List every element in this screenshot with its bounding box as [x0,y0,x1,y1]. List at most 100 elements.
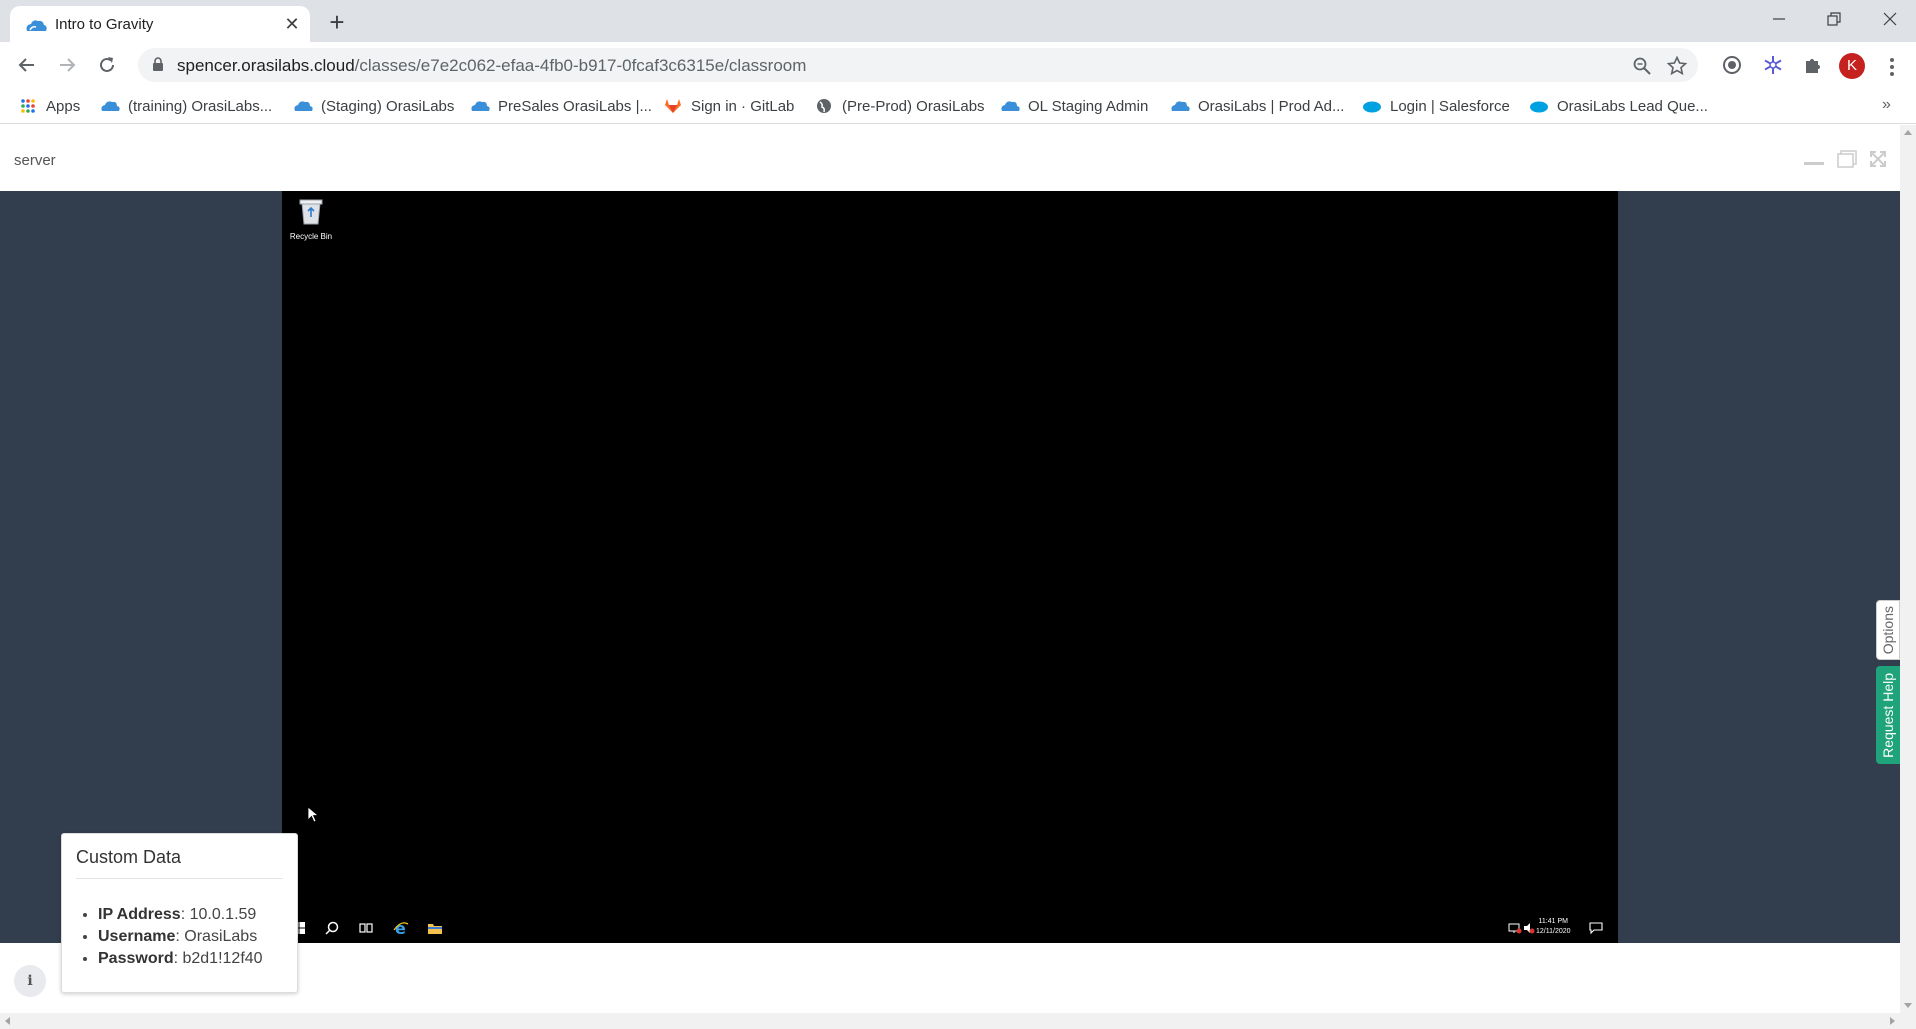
bookmark-preprod[interactable]: (Pre-Prod) OrasiLabs [814,94,985,118]
horizontal-scrollbar[interactable] [0,1013,1916,1029]
panel-fullscreen-button[interactable] [1866,149,1890,169]
recycle-bin-icon [299,199,323,225]
forward-button[interactable] [51,49,83,81]
bookmark-gitlab[interactable]: Sign in · GitLab [663,94,794,118]
mouse-pointer-icon [307,806,319,823]
bookmark-presales[interactable]: PreSales OrasiLabs |... [470,94,652,118]
bookmark-label: OrasiLabs | Prod Ad... [1198,97,1345,115]
custom-data-item: Password: b2d1!12f40 [98,948,263,970]
cloud-icon [470,98,490,114]
url-text: spencer.orasilabs.cloud/classes/e7e2c062… [177,56,806,76]
task-view-icon[interactable] [357,919,375,937]
window-icon [1837,150,1857,168]
tab-close-icon[interactable]: ✕ [280,12,304,36]
bookmark-ol-staging-admin[interactable]: OL Staging Admin [1000,94,1148,118]
custom-data-popover: Custom Data IP Address: 10.0.1.59 Userna… [61,833,298,993]
info-button[interactable]: i [14,965,46,997]
custom-data-item: Username: OrasiLabs [98,926,263,948]
bookmark-prod-admin[interactable]: OrasiLabs | Prod Ad... [1170,94,1344,118]
restore-icon [1827,12,1841,26]
bookmark-staging[interactable]: (Staging) OrasiLabs [293,94,454,118]
arrow-left-icon [18,58,34,72]
bookmarks-bar: Apps (training) OrasiLabs... (Staging) O… [0,88,1916,124]
extension-circle-icon[interactable] [1718,51,1746,79]
popover-divider [76,878,283,879]
file-explorer-icon[interactable] [426,919,444,937]
bookmark-lead-queue[interactable]: OrasiLabs Lead Que... [1529,94,1708,118]
scroll-right-icon[interactable] [1884,1013,1900,1029]
recycle-bin-shortcut[interactable]: Recycle Bin [286,197,336,241]
vertical-scrollbar[interactable] [1900,125,1916,1013]
bookmark-label: Apps [46,97,81,115]
gitlab-icon [663,98,683,114]
bookmark-label: Sign in · GitLab [691,97,795,115]
apps-grid-icon [18,98,38,114]
close-icon [1883,12,1897,26]
reload-icon [100,57,114,72]
windows-taskbar: e 11:41 PM 12/11/2020 [282,913,1618,943]
cloud-logo-icon [26,20,47,31]
extension-snowflake-icon[interactable] [1759,51,1787,79]
bookmark-training[interactable]: (training) OrasiLabs... [100,94,272,118]
bookmark-apps[interactable]: Apps [18,94,80,118]
close-window-button[interactable] [1862,0,1916,38]
bookmark-star-icon[interactable] [1666,55,1688,77]
minimize-icon [1773,18,1785,20]
popover-title: Custom Data [76,847,182,867]
action-center-icon[interactable] [1587,919,1605,937]
tab-strip: Intro to Gravity ✕ + [0,0,1916,42]
search-icon[interactable] [323,919,341,937]
scroll-down-icon[interactable] [1900,997,1916,1013]
new-tab-button[interactable]: + [322,8,352,36]
minimize-icon [1804,162,1824,165]
browser-toolbar: spencer.orasilabs.cloud/classes/e7e2c062… [0,42,1916,88]
internet-explorer-icon[interactable]: e [392,919,410,937]
globe-icon [814,98,834,114]
recycle-bin-label: Recycle Bin [289,232,333,241]
bookmark-label: Login | Salesforce [1390,97,1510,115]
cloud-icon [100,98,120,114]
item-key: IP Address [98,906,181,923]
request-help-tab[interactable]: Request Help [1876,666,1900,764]
zoom-icon[interactable] [1631,55,1653,77]
bookmark-label: (training) OrasiLabs... [128,97,273,115]
reload-button[interactable] [91,49,123,81]
bookmark-label: (Pre-Prod) OrasiLabs [842,97,985,115]
cloud-icon [1000,98,1020,114]
panel-restore-button[interactable] [1835,149,1859,169]
scroll-up-icon[interactable] [1900,125,1916,141]
minimize-window-button[interactable] [1751,0,1807,38]
item-key: Username [98,928,176,945]
salesforce-icon [1362,98,1382,114]
item-value: : 10.0.1.59 [180,906,257,923]
profile-avatar[interactable]: K [1839,53,1865,79]
bookmark-label: PreSales OrasiLabs |... [498,97,652,115]
bookmark-label: OL Staging Admin [1028,97,1149,115]
url-host: spencer.orasilabs.cloud [177,56,355,75]
item-value: : OrasiLabs [175,928,258,945]
bookmark-label: (Staging) OrasiLabs [321,97,455,115]
custom-data-item: IP Address: 10.0.1.59 [98,904,263,926]
browser-tab[interactable]: Intro to Gravity ✕ [10,6,310,42]
remote-desktop-stage: Recycle Bin e 11:41 PM 12/11/2020 [0,191,1900,943]
cloud-icon [1170,98,1190,114]
options-label: Options [1880,605,1896,655]
options-tab[interactable]: Options [1876,600,1900,660]
more-vert-icon[interactable] [1882,55,1902,79]
bookmarks-overflow-icon[interactable]: » [1882,96,1891,114]
item-key: Password [98,950,174,967]
bookmark-salesforce-login[interactable]: Login | Salesforce [1362,94,1510,118]
address-bar[interactable]: spencer.orasilabs.cloud/classes/e7e2c062… [138,48,1698,82]
extensions-puzzle-icon[interactable] [1799,51,1827,79]
panel-minimize-button[interactable] [1802,149,1826,169]
remote-desktop-screen[interactable]: Recycle Bin e 11:41 PM 12/11/2020 [282,191,1618,943]
request-help-label: Request Help [1880,672,1896,758]
restore-window-button[interactable] [1806,0,1862,38]
scroll-left-icon[interactable] [0,1013,16,1029]
expand-icon [1870,151,1886,167]
system-clock[interactable]: 11:41 PM 12/11/2020 [1536,917,1571,937]
panel-title: server [14,152,56,169]
back-button[interactable] [11,49,43,81]
clock-date: 12/11/2020 [1536,928,1571,935]
lock-icon [153,57,163,71]
